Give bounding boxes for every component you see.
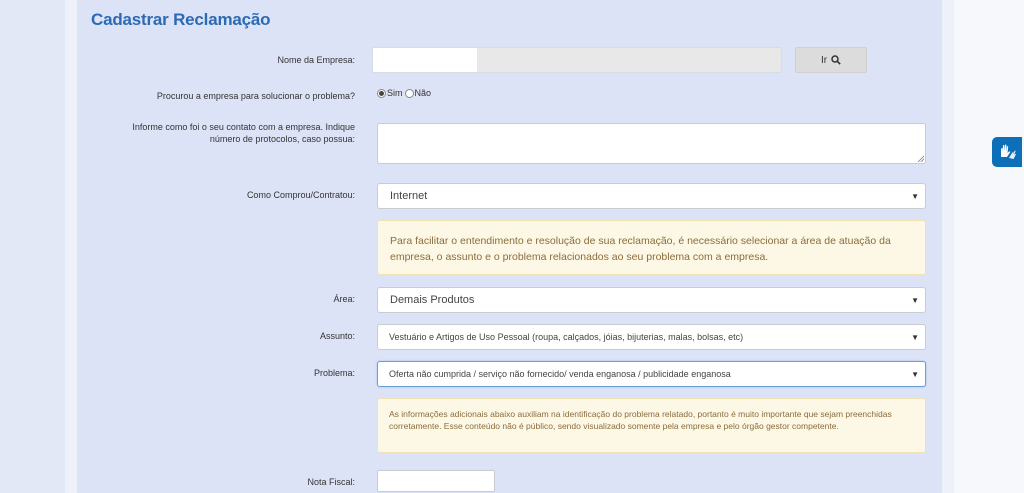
chevron-down-icon: ▼ [911, 333, 919, 342]
radio-no[interactable] [404, 88, 414, 98]
company-name-input[interactable] [372, 47, 782, 73]
invoice-input[interactable] [377, 470, 495, 492]
radio-yes[interactable] [377, 88, 386, 98]
area-select[interactable]: Demais Produtos ▼ [377, 287, 926, 313]
contact-info-textarea[interactable] [377, 123, 926, 164]
accessibility-widget-button[interactable] [992, 137, 1022, 167]
resize-handle-icon[interactable] [918, 156, 924, 162]
search-company-button[interactable]: Ir [795, 47, 867, 73]
subject-label: Assunto: [319, 331, 355, 341]
chevron-down-icon: ▼ [911, 370, 919, 379]
selection-info-alert: Para facilitar o entendimento e resoluçã… [377, 220, 926, 275]
contacted-company-label: Procurou a empresa para solucionar o pro… [156, 91, 355, 101]
additional-info-alert: As informações adicionais abaixo auxilia… [377, 398, 926, 453]
invoice-label: Nota Fiscal: [307, 477, 355, 487]
purchase-method-value: Internet [390, 190, 428, 202]
left-margin [65, 0, 77, 493]
area-value: Demais Produtos [390, 294, 475, 306]
chevron-down-icon: ▼ [911, 192, 919, 201]
chevron-down-icon: ▼ [911, 296, 919, 305]
sign-language-hands-icon [1001, 144, 1016, 159]
area-label: Área: [333, 294, 355, 304]
problem-label: Problema: [313, 368, 355, 378]
contact-info-label: Informe como foi o seu contato com a emp… [132, 122, 355, 144]
page-title: Cadastrar Reclamação [91, 10, 271, 29]
problem-select[interactable]: Oferta não cumprida / serviço não fornec… [377, 361, 926, 387]
purchase-method-label: Como Comprou/Contratou: [246, 190, 355, 200]
contacted-radio-group: Sim Não [377, 88, 433, 98]
subject-value: Vestuário e Artigos de Uso Pessoal (roup… [389, 332, 744, 342]
company-name-label: Nome da Empresa: [277, 55, 355, 65]
search-button-label: Ir [820, 54, 828, 66]
right-margin [942, 0, 954, 493]
radio-yes-label: Sim [387, 88, 403, 98]
subject-select[interactable]: Vestuário e Artigos de Uso Pessoal (roup… [377, 324, 926, 350]
radio-no-label: Não [414, 88, 432, 98]
purchase-method-select[interactable]: Internet ▼ [377, 183, 926, 209]
problem-value: Oferta não cumprida / serviço não fornec… [389, 369, 731, 379]
right-gutter [954, 0, 1024, 493]
search-icon [831, 55, 841, 65]
